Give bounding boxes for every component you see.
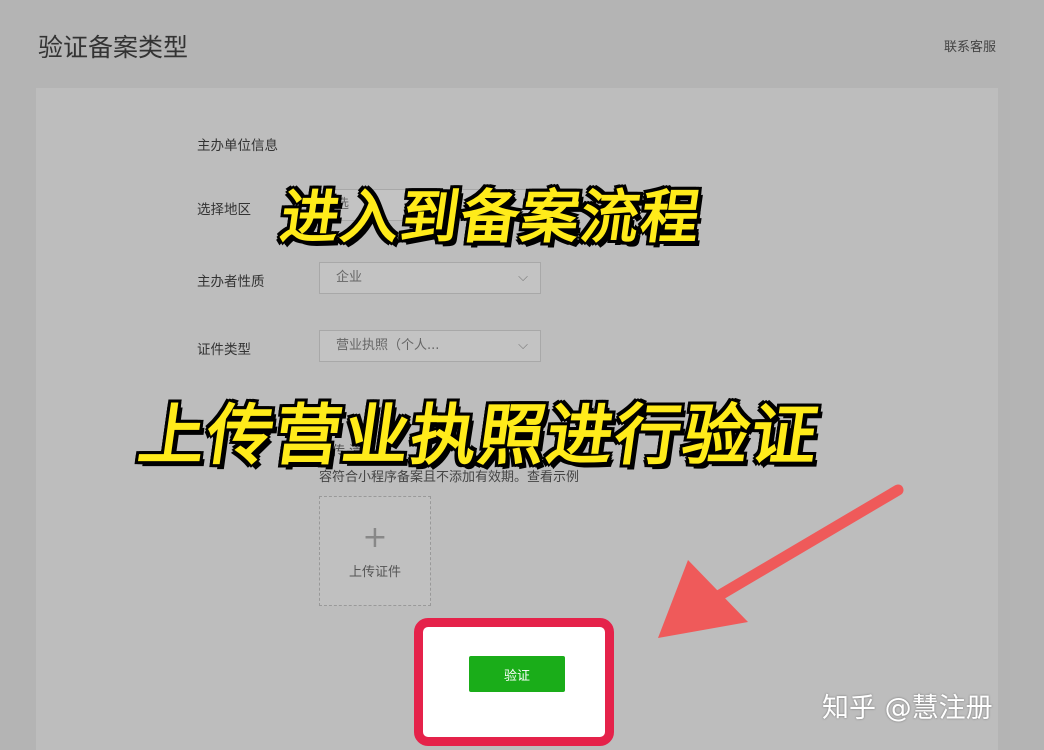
cert-type-value: 营业执照（个人... bbox=[336, 338, 440, 353]
chevron-down-icon: ⌵ bbox=[518, 270, 528, 285]
organizer-value: 企业 bbox=[336, 270, 363, 285]
upload-box[interactable]: + 上传证件 bbox=[319, 496, 431, 606]
cert-type-select[interactable]: 营业执照（个人... ⌵ bbox=[319, 330, 541, 362]
region-label: 选择地区 bbox=[197, 202, 251, 218]
organizer-select[interactable]: 企业 ⌵ bbox=[319, 262, 541, 294]
watermark: 知乎 @慧注册 bbox=[822, 693, 993, 724]
page-title: 验证备案类型 bbox=[38, 33, 189, 62]
contact-support-link[interactable]: 联系客服 bbox=[944, 36, 996, 55]
cert-type-label: 证件类型 bbox=[197, 342, 251, 358]
organizer-label: 主办者性质 bbox=[197, 274, 265, 290]
verify-button[interactable]: 验证 bbox=[469, 656, 565, 692]
pointer-arrow-icon bbox=[658, 484, 904, 638]
overlay-caption-1: 进入到备案流程 bbox=[276, 183, 707, 251]
section-title: 主办单位信息 bbox=[197, 138, 278, 154]
overlay-caption-2: 上传营业执照进行验证 bbox=[133, 397, 825, 474]
upload-label: 上传证件 bbox=[348, 565, 401, 580]
plus-icon: + bbox=[362, 520, 388, 555]
chevron-down-icon: ⌵ bbox=[518, 338, 528, 353]
